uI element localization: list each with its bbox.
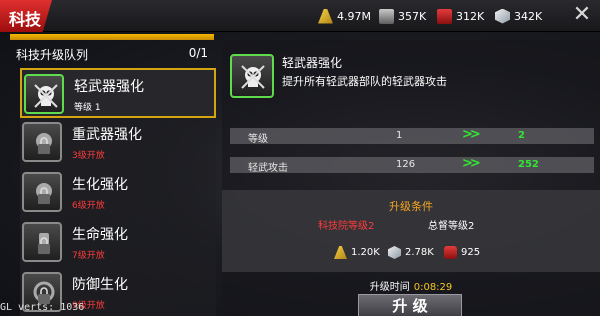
detail-description: 提升所有轻武器部队的轻武器攻击 bbox=[282, 75, 447, 88]
locked-tech-icon bbox=[22, 222, 62, 262]
double-arrow-icon: >> bbox=[462, 127, 481, 142]
upgrade-time: 升级时间 0:08:29 bbox=[222, 278, 600, 293]
cost-value: 925 bbox=[461, 247, 481, 258]
tech-unlock-level: 3级开放 bbox=[72, 151, 105, 161]
page-title: 科技 bbox=[0, 0, 52, 32]
requirement-governor: 总督等级2 bbox=[428, 221, 475, 232]
iron-icon bbox=[379, 8, 394, 24]
stat-next: 2 bbox=[518, 130, 525, 141]
cost-value: 1.20K bbox=[351, 247, 380, 258]
cost-value: 2.78K bbox=[405, 247, 434, 258]
resource-value: 312K bbox=[456, 9, 485, 23]
resource-food[interactable]: 4.97M bbox=[318, 7, 371, 25]
tech-name: 轻武器强化 bbox=[74, 79, 144, 95]
oil-barrel-icon bbox=[437, 8, 452, 24]
wheat-icon bbox=[318, 8, 333, 24]
resource-oil[interactable]: 312K bbox=[437, 7, 484, 25]
resource-value: 4.97M bbox=[337, 9, 371, 23]
stat-current: 1 bbox=[396, 130, 403, 141]
cost-oil: 925 bbox=[444, 246, 480, 259]
wheat-icon bbox=[334, 246, 347, 259]
requirement-academy: 科技院等级2 bbox=[318, 221, 375, 232]
resource-iron[interactable]: 357K bbox=[379, 7, 426, 25]
tech-name: 防御生化 bbox=[72, 277, 128, 293]
resource-steel[interactable]: 342K bbox=[495, 7, 542, 25]
stat-row-level: 等级 1 >> 2 bbox=[230, 127, 594, 145]
tech-item-heavy-weapons[interactable]: 重武器强化 3级开放 bbox=[20, 118, 216, 168]
tech-name: 生化强化 bbox=[72, 177, 128, 193]
steel-cube-icon bbox=[495, 8, 510, 24]
tech-item-life[interactable]: 生命强化 7级开放 bbox=[20, 218, 216, 268]
upgrade-button[interactable]: 升 级 bbox=[358, 294, 462, 316]
stat-label: 等级 bbox=[248, 134, 268, 145]
stat-label: 轻武攻击 bbox=[248, 163, 288, 174]
cost-steel: 2.78K bbox=[388, 246, 434, 259]
tech-unlock-level: 7级开放 bbox=[72, 251, 105, 261]
oil-barrel-icon bbox=[444, 246, 457, 259]
tech-list-panel: 科技升级队列 0/1 轻武器强化 等级 1 重武器强化 3级开放 生化强化 6级… bbox=[10, 32, 216, 316]
skull-icon bbox=[24, 74, 64, 114]
conditions-title: 升级条件 bbox=[389, 200, 433, 213]
tech-item-biochem[interactable]: 生化强化 6级开放 bbox=[20, 168, 216, 218]
queue-title: 科技升级队列 bbox=[16, 48, 89, 62]
debug-overlay: GL verts: 1036 bbox=[0, 302, 85, 313]
time-label: 升级时间 bbox=[369, 282, 410, 293]
detail-title: 轻武器强化 bbox=[282, 56, 343, 70]
tech-name: 生命强化 bbox=[72, 227, 128, 243]
stat-row-attack: 轻武攻击 126 >> 252 bbox=[230, 156, 594, 174]
stat-next: 252 bbox=[518, 159, 539, 170]
time-value: 0:08:29 bbox=[413, 282, 453, 293]
queue-count: 0/1 bbox=[188, 46, 208, 60]
top-bar: 科技 4.97M 357K 312K 342K ✕ bbox=[0, 0, 600, 32]
tech-item-light-weapons[interactable]: 轻武器强化 等级 1 bbox=[20, 68, 216, 118]
queue-progress-bar bbox=[10, 34, 214, 40]
locked-tech-icon bbox=[22, 122, 62, 162]
tech-detail-panel: 轻武器强化 提升所有轻武器部队的轻武器攻击 等级 1 >> 2 轻武攻击 126… bbox=[222, 40, 600, 316]
locked-tech-icon bbox=[22, 172, 62, 212]
close-button[interactable]: ✕ bbox=[570, 3, 594, 27]
double-arrow-icon: >> bbox=[462, 156, 481, 171]
upgrade-queue-header: 科技升级队列 0/1 bbox=[16, 46, 208, 64]
stat-current: 126 bbox=[396, 159, 416, 170]
tech-level: 等级 1 bbox=[74, 103, 101, 113]
skull-icon bbox=[230, 54, 274, 98]
upgrade-conditions: 升级条件 科技院等级2 总督等级2 1.20K 2.78K 925 bbox=[222, 190, 600, 272]
tech-unlock-level: 6级开放 bbox=[72, 201, 105, 211]
steel-cube-icon bbox=[388, 246, 401, 259]
tech-name: 重武器强化 bbox=[72, 127, 142, 143]
cost-food: 1.20K bbox=[334, 246, 380, 259]
resource-value: 342K bbox=[514, 9, 543, 23]
resource-value: 357K bbox=[398, 9, 427, 23]
